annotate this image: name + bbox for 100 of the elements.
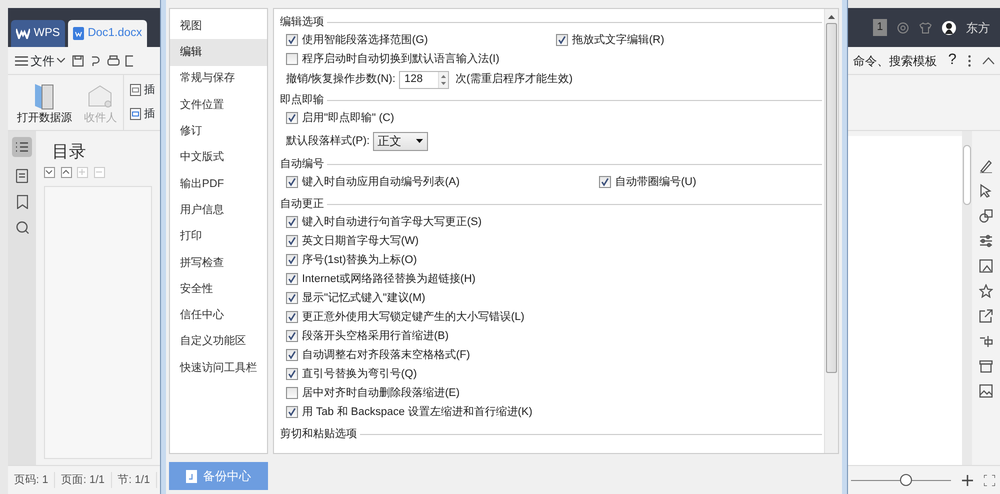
checkbox[interactable]: 英文日期首字母大写(W)	[286, 232, 419, 250]
undo-icon[interactable]	[89, 54, 101, 66]
document-tab[interactable]: Doc1.docx	[68, 20, 148, 47]
checkbox[interactable]: 使用智能段落选择范围(G)	[286, 32, 428, 48]
scroll-up-icon[interactable]	[828, 15, 835, 19]
checkmark-icon	[287, 34, 297, 45]
panel-title: 目录	[51, 141, 87, 163]
search-hint[interactable]: 命令、搜索模板	[853, 52, 938, 70]
number-spinner[interactable]: 128	[399, 70, 450, 88]
checkmark-icon	[287, 330, 297, 341]
section-title: 自动更正	[280, 197, 324, 212]
scrollbar[interactable]	[962, 131, 972, 465]
search-icon[interactable]	[16, 221, 28, 234]
checkbox[interactable]: 键入时自动进行句首字母大写更正(S)	[286, 214, 482, 230]
caret-icon	[416, 139, 423, 143]
category-item[interactable]: 安全性	[170, 276, 267, 302]
document-icon	[72, 27, 84, 40]
checkbox[interactable]: 用 Tab 和 Backspace 设置左缩进和首行缩进(K)	[286, 404, 532, 420]
checkbox[interactable]: 居中对齐时自动删除段落缩进(E)	[286, 384, 460, 402]
checkmark-icon	[287, 274, 297, 284]
document-icon	[186, 470, 197, 483]
zoom-in-icon[interactable]	[962, 474, 972, 486]
data-source-icon	[34, 82, 54, 110]
checkmark-icon	[287, 292, 297, 303]
checkbox[interactable]: 直引号替换为弯引号(Q)	[286, 366, 417, 382]
pointer-icon[interactable]	[979, 184, 993, 198]
user-name[interactable]: 东方	[966, 18, 990, 36]
checkmark-icon	[287, 176, 297, 187]
category-item[interactable]: 自定义功能区	[170, 328, 267, 355]
checkbox[interactable]: 更正意外使用大写锁定键产生的大小写错误(L)	[286, 308, 524, 326]
checkbox[interactable]: 自动调整右对齐段落末空格格式(F)	[286, 346, 470, 364]
checkmark-icon	[287, 368, 297, 379]
insert-button[interactable]: 插	[129, 104, 156, 123]
section-title: 即点即输	[280, 92, 324, 108]
category-item[interactable]: 快速访问工具栏	[170, 354, 267, 382]
file-menu[interactable]: 文件	[14, 50, 66, 70]
category-item[interactable]: 打印	[170, 223, 267, 250]
image-frame-icon[interactable]	[979, 259, 993, 273]
checkbox[interactable]: 序号(1st)替换为上标(O)	[286, 252, 417, 268]
checkmark-icon	[287, 312, 297, 322]
document-tab[interactable]: WPS	[10, 20, 65, 47]
page-icon[interactable]	[16, 169, 28, 183]
save-icon[interactable]	[72, 54, 84, 66]
section-title: 编辑选项	[280, 15, 324, 30]
spiral-icon[interactable]	[897, 22, 909, 34]
category-item[interactable]: 拼写检查	[170, 250, 267, 276]
category-item[interactable]: 输出PDF	[170, 170, 267, 198]
star-icon[interactable]	[979, 284, 993, 298]
checkbox[interactable]: 段落开头空格采用行首缩进(B)	[286, 328, 449, 344]
help-button[interactable]: ?	[948, 49, 956, 72]
outline-icon[interactable]	[12, 137, 32, 157]
bookmark-icon[interactable]	[16, 195, 28, 209]
category-item[interactable]: 常规与保存	[170, 66, 267, 92]
style-dropdown[interactable]: 正文	[372, 132, 428, 150]
checkbox[interactable]: 显示"记忆式键入"建议(M)	[286, 290, 426, 306]
checkbox[interactable]: 拖放式文字编辑(R)	[556, 32, 664, 48]
insert-button[interactable]: 插	[129, 80, 156, 99]
field-icon	[130, 84, 142, 96]
archive-icon[interactable]	[979, 359, 993, 373]
checkbox[interactable]: 自动带圈编号(U)	[599, 174, 696, 190]
category-item[interactable]: 文件位置	[170, 92, 267, 118]
zoom-slider[interactable]	[850, 474, 950, 486]
shapes-icon[interactable]	[979, 209, 993, 223]
field-label: 默认段落样式(P):	[286, 134, 370, 149]
collapse-icon[interactable]	[982, 56, 994, 64]
checkbox[interactable]: 启用"即点即输" (C)	[286, 110, 394, 126]
image-icon[interactable]	[979, 384, 993, 398]
field-label: 撤销/恢复操作步数(N):	[286, 72, 396, 88]
category-item[interactable]: 视图	[170, 13, 267, 40]
checkbox[interactable]: Internet或网络路径替换为超链接(H)	[286, 270, 476, 288]
status-text: 节: 1/1	[112, 472, 158, 488]
share-icon[interactable]	[979, 309, 993, 323]
checkbox[interactable]: 键入时自动应用自动编号列表(A)	[286, 174, 460, 190]
checkmark-icon	[287, 112, 297, 123]
expand-icon[interactable]	[44, 167, 55, 178]
checkmark-icon	[287, 216, 297, 227]
collapse-icon[interactable]	[60, 167, 72, 178]
avatar-icon	[942, 20, 956, 34]
hint-text: 次(需重启程序才能生效)	[455, 72, 573, 88]
checkmark-icon	[600, 176, 610, 187]
fullscreen-icon[interactable]	[984, 474, 994, 486]
checkmark-icon	[557, 34, 567, 45]
menu-icon	[14, 56, 28, 66]
print-icon[interactable]	[106, 54, 120, 66]
scrollbar[interactable]	[824, 9, 838, 454]
category-item[interactable]: 中文版式	[170, 144, 267, 171]
pen-icon[interactable]	[979, 159, 993, 173]
sliders-icon[interactable]	[979, 234, 993, 248]
section-title: 剪切和粘贴选项	[280, 426, 357, 442]
status-text: 页码: 1	[8, 472, 56, 488]
category-item[interactable]: 编辑	[170, 39, 267, 66]
category-item[interactable]: 信任中心	[170, 302, 267, 329]
category-item[interactable]: 用户信息	[170, 197, 267, 224]
counter-badge: 1	[872, 19, 887, 36]
checkbox[interactable]: 程序启动时自动切换到默认语言输入法(I)	[286, 50, 500, 68]
logo-icon	[16, 28, 30, 39]
more-icon[interactable]	[968, 54, 970, 66]
shirt-icon[interactable]	[919, 22, 932, 34]
ribbon-button[interactable]: 打开数据源	[10, 75, 78, 130]
category-item[interactable]: 修订	[170, 118, 267, 144]
